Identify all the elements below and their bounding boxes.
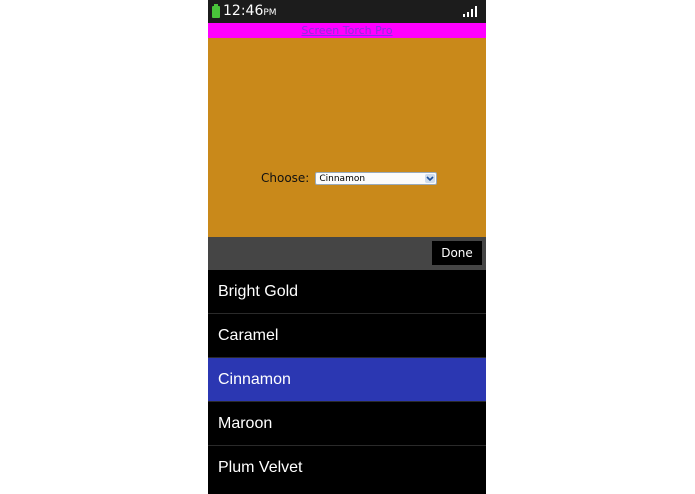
status-time-ampm: PM xyxy=(263,8,277,18)
status-time-value: 12:46 xyxy=(223,3,264,19)
app-title[interactable]: Screen Torch Pro xyxy=(301,24,392,37)
option-list: Bright Gold Caramel Cinnamon Maroon Plum Vel… xyxy=(208,270,486,490)
option-item[interactable]: Cinnamon xyxy=(208,358,486,402)
color-preview-area: Choose: Cinnamon xyxy=(208,38,486,237)
option-item[interactable]: Caramel xyxy=(208,314,486,358)
choose-row: Choose: Cinnamon xyxy=(261,170,438,186)
color-select[interactable]: Cinnamon xyxy=(315,171,438,185)
option-item[interactable]: Maroon xyxy=(208,402,486,446)
app-title-bar: Screen Torch Pro xyxy=(208,23,486,38)
picker-toolbar: Done xyxy=(208,237,486,270)
signal-strength-icon xyxy=(463,6,477,17)
done-button[interactable]: Done xyxy=(432,241,482,265)
status-time: 12:46PM xyxy=(223,3,277,21)
phone-screen: 12:46PM Screen Torch Pro Choose: Cinnamo… xyxy=(208,0,486,494)
color-select-value: Cinnamon xyxy=(319,173,366,184)
status-bar: 12:46PM xyxy=(208,0,486,23)
option-item[interactable]: Bright Gold xyxy=(208,270,486,314)
choose-label: Choose: xyxy=(261,171,310,185)
option-item[interactable]: Plum Velvet xyxy=(208,446,486,490)
chevron-down-icon xyxy=(425,173,436,183)
battery-icon xyxy=(212,4,220,18)
